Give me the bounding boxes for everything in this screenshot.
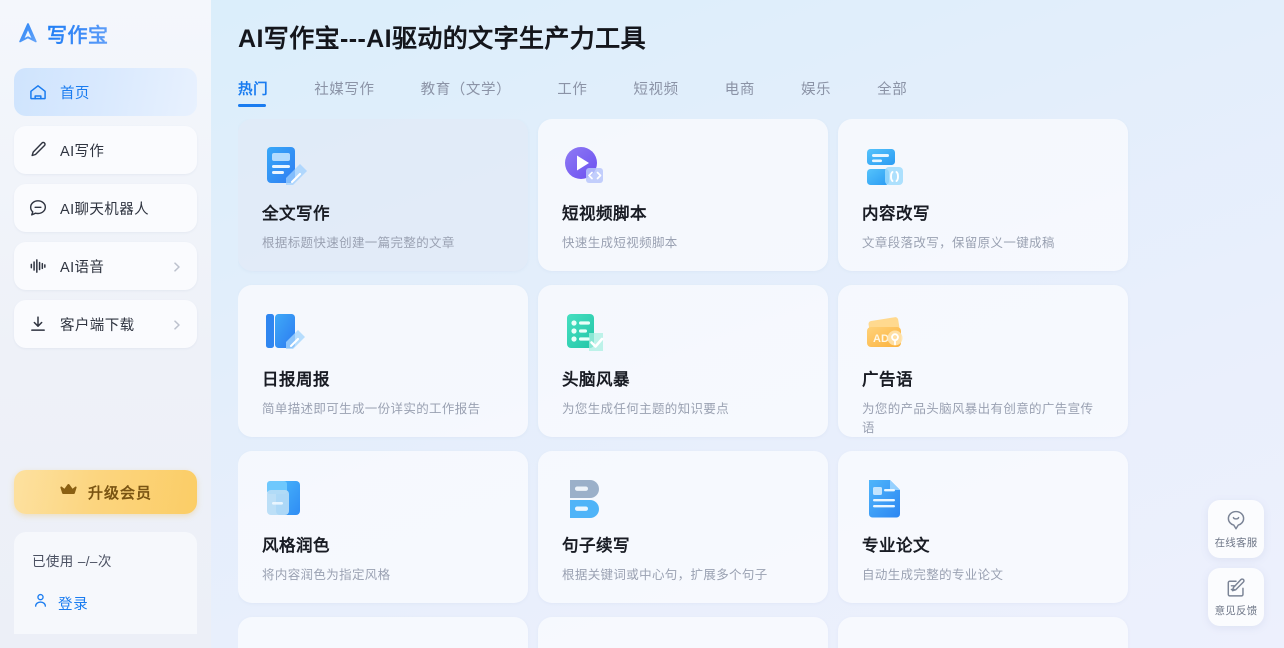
- sidebar-item-label: AI聊天机器人: [60, 201, 149, 218]
- tool-card-desc: 为您的产品头脑风暴出有创意的广告宣传语: [862, 402, 1094, 435]
- sidebar-item-client-download[interactable]: 客户端下载: [14, 300, 197, 348]
- writing-bao-logo-icon: [16, 21, 40, 45]
- tool-card-full-text-writing[interactable]: 全文写作 根据标题快速创建一篇完整的文章: [238, 119, 528, 271]
- tool-card-title: 风格润色: [262, 537, 330, 555]
- user-icon: [32, 592, 49, 614]
- tab-social[interactable]: 社媒写作: [314, 78, 374, 107]
- brand-logo[interactable]: 写作宝: [0, 0, 211, 52]
- tool-card-title: 短视频脚本: [562, 205, 647, 223]
- tool-card-desc: 根据关键词或中心句，扩展多个句子: [562, 568, 768, 582]
- sidebar: 写作宝 首页 AI写作 AI聊天机器人 AI语音 客户端下载 升级会员 已使用 …: [0, 0, 211, 648]
- tool-card-title: 日报周报: [262, 371, 330, 389]
- document-pencil-icon: [262, 144, 308, 190]
- feedback-button[interactable]: 意见反馈: [1208, 568, 1264, 626]
- feedback-label: 意见反馈: [1214, 604, 1258, 617]
- chat-bubble-icon: [28, 198, 48, 218]
- tool-card-desc: 将内容润色为指定风格: [262, 568, 391, 582]
- tab-ecommerce[interactable]: 电商: [725, 78, 755, 107]
- sidebar-item-label: AI写作: [60, 143, 105, 160]
- tool-grid-scroll[interactable]: 全文写作 根据标题快速创建一篇完整的文章 短视频脚本 快速生成短视频脚本 内容改…: [238, 119, 1284, 648]
- chevron-right-icon: [171, 260, 183, 272]
- svg-text:AD: AD: [873, 333, 889, 345]
- tool-card-title: 专业论文: [862, 537, 930, 555]
- tool-card[interactable]: [538, 617, 828, 648]
- tab-education[interactable]: 教育（文学）: [421, 78, 512, 107]
- tool-card-desc: 自动生成完整的专业论文: [862, 568, 1004, 582]
- tool-card-content-rewrite[interactable]: 内容改写 文章段落改写，保留原义一键成稿: [838, 119, 1128, 271]
- page-title: AI写作宝---AI驱动的文字生产力工具: [238, 25, 646, 53]
- sidebar-item-ai-writing[interactable]: AI写作: [14, 126, 197, 174]
- tool-card-desc: 文章段落改写，保留原义一键成稿: [862, 236, 1055, 250]
- tool-card-title: 头脑风暴: [562, 371, 630, 389]
- tool-card-title: 全文写作: [262, 205, 330, 223]
- pencil-icon: [28, 140, 48, 160]
- tool-card-short-video-script[interactable]: 短视频脚本 快速生成短视频脚本: [538, 119, 828, 271]
- crown-icon: [59, 480, 78, 504]
- usage-text: 已使用 –/–次: [32, 554, 112, 569]
- play-code-icon: [562, 144, 608, 190]
- home-icon: [28, 82, 48, 102]
- tool-card-sentence-continue[interactable]: 句子续写 根据关键词或中心句，扩展多个句子: [538, 451, 828, 603]
- sidebar-nav: 首页 AI写作 AI聊天机器人 AI语音 客户端下载: [0, 52, 211, 348]
- tool-card-title: 广告语: [862, 371, 913, 389]
- two-blocks-icon: [562, 476, 608, 522]
- tab-entertainment[interactable]: 娱乐: [801, 78, 831, 107]
- tool-card-title: 内容改写: [862, 205, 930, 223]
- account-panel: 已使用 –/–次 登录: [14, 532, 197, 634]
- category-tabs: 热门 社媒写作 教育（文学） 工作 短视频 电商 娱乐 全部: [238, 75, 1284, 107]
- rewrite-braces-icon: [862, 144, 908, 190]
- tool-card[interactable]: [238, 617, 528, 648]
- login-button[interactable]: 登录: [32, 592, 179, 614]
- tool-card-desc: 根据标题快速创建一篇完整的文章: [262, 236, 455, 250]
- tool-card-ad-slogan[interactable]: AD 广告语 为您的产品头脑风暴出有创意的广告宣传语: [838, 285, 1128, 437]
- report-book-icon: [262, 310, 308, 356]
- feedback-pencil-icon: [1225, 577, 1247, 599]
- tool-card-title: 句子续写: [562, 537, 630, 555]
- online-service-label: 在线客服: [1214, 536, 1258, 549]
- tab-hot[interactable]: 热门: [238, 78, 268, 107]
- download-icon: [28, 314, 48, 334]
- tool-card-brainstorm[interactable]: 头脑风暴 为您生成任何主题的知识要点: [538, 285, 828, 437]
- tab-short-video[interactable]: 短视频: [633, 78, 678, 107]
- sidebar-item-label: AI语音: [60, 259, 105, 276]
- online-service-button[interactable]: 在线客服: [1208, 500, 1264, 558]
- waveform-icon: [28, 256, 48, 276]
- tool-card-daily-weekly-report[interactable]: 日报周报 简单描述即可生成一份详实的工作报告: [238, 285, 528, 437]
- upgrade-membership-label: 升级会员: [87, 484, 152, 502]
- sidebar-item-label: 客户端下载: [60, 317, 135, 334]
- upgrade-membership-button[interactable]: 升级会员: [14, 470, 197, 514]
- mindmap-check-icon: [562, 310, 608, 356]
- tool-card-desc: 简单描述即可生成一份详实的工作报告: [262, 402, 481, 416]
- sidebar-item-home[interactable]: 首页: [14, 68, 197, 116]
- tab-work[interactable]: 工作: [557, 78, 587, 107]
- tool-grid: 全文写作 根据标题快速创建一篇完整的文章 短视频脚本 快速生成短视频脚本 内容改…: [238, 119, 1284, 648]
- tool-card[interactable]: [838, 617, 1128, 648]
- tool-card-desc: 为您生成任何主题的知识要点: [562, 402, 730, 416]
- smile-chat-icon: [1225, 509, 1247, 531]
- tab-all[interactable]: 全部: [877, 78, 907, 107]
- floating-actions: 在线客服 意见反馈: [1208, 500, 1264, 626]
- paper-doc-icon: [862, 476, 908, 522]
- tool-card-desc: 快速生成短视频脚本: [562, 236, 678, 250]
- brand-name: 写作宝: [47, 19, 109, 48]
- chevron-right-icon: [171, 318, 183, 330]
- main-content: AI写作宝---AI驱动的文字生产力工具 热门 社媒写作 教育（文学） 工作 短…: [211, 0, 1284, 648]
- layers-polish-icon: [262, 476, 308, 522]
- ad-card-icon: AD: [862, 310, 908, 356]
- login-label: 登录: [58, 596, 89, 613]
- sidebar-footer: 升级会员 已使用 –/–次 登录: [0, 470, 211, 648]
- sidebar-item-ai-chatbot[interactable]: AI聊天机器人: [14, 184, 197, 232]
- tool-card-style-polish[interactable]: 风格润色 将内容润色为指定风格: [238, 451, 528, 603]
- tool-card-professional-paper[interactable]: 专业论文 自动生成完整的专业论文: [838, 451, 1128, 603]
- sidebar-item-label: 首页: [60, 85, 90, 102]
- sidebar-item-ai-voice[interactable]: AI语音: [14, 242, 197, 290]
